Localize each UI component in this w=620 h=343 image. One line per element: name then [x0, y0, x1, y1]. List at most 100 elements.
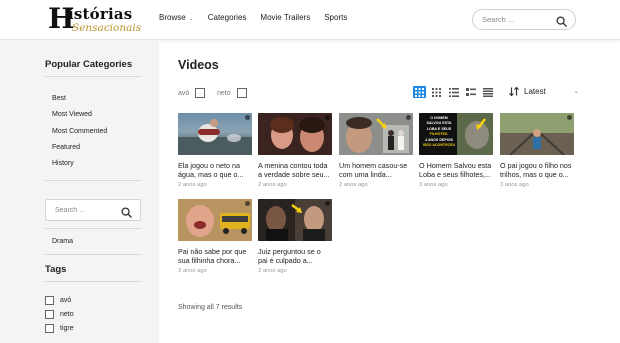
nav-categories[interactable]: Categories: [208, 13, 247, 22]
thumbnail-image: [178, 199, 252, 241]
filter-label: neto: [217, 89, 231, 97]
video-title[interactable]: Um homem casou-se com uma linda...: [339, 161, 413, 179]
sidebar-link-history[interactable]: History: [52, 160, 74, 167]
tag-label: tigre: [60, 325, 74, 332]
grid-small-view-button[interactable]: [430, 86, 443, 98]
watch-later-icon[interactable]: [245, 201, 250, 206]
video-thumbnail[interactable]: O HOMEM SALVOU ESTA LOBA E SEUS FILHOTES…: [419, 113, 493, 155]
search-icon[interactable]: [556, 14, 567, 32]
popular-categories-title: Popular Categories: [45, 59, 133, 70]
video-title[interactable]: A menina contou toda a verdade sobre seu…: [258, 161, 332, 179]
sidebar-link-drama[interactable]: Drama: [52, 238, 73, 245]
tag-avo[interactable]: avó: [45, 296, 71, 305]
video-card[interactable]: O pai jogou o filho nos trilhos, mas o q…: [500, 113, 574, 188]
video-title[interactable]: Pai não sabe por que sua filhinha chora.…: [178, 247, 252, 265]
results-count: Showing all 7 results: [178, 304, 243, 311]
sidebar: Popular Categories Best Most Viewed Most…: [0, 40, 159, 343]
nav-movie-trailers[interactable]: Movie Trailers: [260, 13, 310, 22]
grid-small-icon: [432, 87, 441, 97]
video-date: 3 anos ago: [419, 182, 448, 188]
video-thumbnail[interactable]: [339, 113, 413, 155]
tag-label: avó: [60, 297, 72, 304]
video-date: 2 anos ago: [339, 182, 368, 188]
tag-checkbox[interactable]: [45, 296, 54, 305]
watch-later-icon[interactable]: [406, 115, 411, 120]
video-card[interactable]: Um homem casou-se com uma linda... 2 ano…: [339, 113, 413, 188]
sidebar-link-most-viewed[interactable]: Most Viewed: [52, 111, 92, 118]
sort-dropdown[interactable]: Latest ⌄: [509, 87, 579, 96]
thumbnail-image: [258, 113, 332, 155]
filter-checkbox[interactable]: [236, 88, 247, 98]
tag-label: neto: [60, 311, 74, 318]
video-date: 3 anos ago: [500, 182, 529, 188]
filter-checkbox[interactable]: [195, 88, 206, 98]
video-thumbnail[interactable]: [258, 113, 332, 155]
chevron-down-icon: ⌄: [188, 16, 194, 22]
sort-icon: [509, 87, 519, 96]
page-title: Videos: [178, 58, 219, 72]
tag-tigre[interactable]: tigre: [45, 324, 74, 333]
sort-label: Latest: [524, 87, 546, 96]
divider: [45, 254, 141, 255]
divider: [45, 76, 141, 77]
filter-neto[interactable]: neto: [217, 88, 247, 98]
sidebar-link-most-commented[interactable]: Most Commented: [52, 128, 107, 135]
header-search: [472, 9, 576, 30]
list-icon: [448, 87, 459, 97]
main-nav: Browse ⌄ Categories Movie Trailers Sports: [159, 13, 361, 22]
video-title[interactable]: O pai jogou o filho nos trilhos, mas o q…: [500, 161, 574, 179]
video-date: 3 anos ago: [178, 268, 207, 274]
video-card[interactable]: Pai não sabe por que sua filhinha chora.…: [178, 199, 252, 274]
nav-browse[interactable]: Browse ⌄: [159, 13, 194, 22]
grid-icon: [415, 87, 424, 97]
video-card[interactable]: Juiz perguntou se o pai é culpado a... 3…: [258, 199, 332, 274]
logo-line-2: Sensacionais: [72, 22, 142, 34]
video-title[interactable]: Ela jogou o neto na água, mas o que o...: [178, 161, 252, 179]
video-card[interactable]: Ela jogou o neto na água, mas o que o...…: [178, 113, 252, 188]
compact-list-view-button[interactable]: [481, 86, 494, 98]
sidebar-search-input[interactable]: [55, 205, 115, 216]
thumbnail-image: [178, 119, 252, 155]
filter-avo[interactable]: avó: [178, 88, 206, 98]
compact-list-icon: [482, 87, 493, 97]
video-thumbnail[interactable]: [178, 199, 252, 241]
watch-later-icon[interactable]: [325, 115, 330, 120]
tag-neto[interactable]: neto: [45, 310, 74, 319]
video-date: 2 anos ago: [178, 182, 207, 188]
thumbnail-image: [339, 113, 413, 155]
watch-later-icon[interactable]: [567, 115, 572, 120]
video-thumbnail[interactable]: [258, 199, 332, 241]
list-view-button[interactable]: [447, 86, 460, 98]
divider: [45, 180, 141, 181]
site-logo[interactable]: H istórias Sensacionais: [48, 4, 144, 35]
detail-list-view-button[interactable]: [464, 86, 477, 98]
sidebar-link-best[interactable]: Best: [52, 95, 66, 102]
search-icon[interactable]: [121, 205, 132, 223]
grid-large-view-button[interactable]: [413, 86, 426, 98]
video-card[interactable]: A menina contou toda a verdade sobre seu…: [258, 113, 332, 188]
sidebar-search: [45, 199, 141, 221]
nav-browse-label: Browse: [159, 13, 186, 22]
tag-checkbox[interactable]: [45, 310, 54, 319]
filter-label: avó: [178, 89, 190, 97]
video-thumbnail[interactable]: [500, 113, 574, 155]
tag-checkbox[interactable]: [45, 324, 54, 333]
video-date: 3 anos ago: [258, 268, 287, 274]
video-thumbnail[interactable]: [178, 113, 252, 155]
nav-sports[interactable]: Sports: [324, 13, 347, 22]
video-card[interactable]: O HOMEM SALVOU ESTA LOBA E SEUS FILHOTES…: [419, 113, 493, 188]
video-date: 2 anos ago: [258, 182, 287, 188]
sidebar-link-featured[interactable]: Featured: [52, 144, 80, 151]
watch-later-icon[interactable]: [245, 115, 250, 120]
caption-line: ISSO ACONTECEU: [422, 143, 456, 148]
divider: [45, 228, 141, 229]
video-title[interactable]: Juiz perguntou se o pai é culpado a...: [258, 247, 332, 265]
detail-list-icon: [465, 87, 476, 96]
logo-line-1: istórias: [68, 5, 133, 23]
watch-later-icon[interactable]: [325, 201, 330, 206]
video-title[interactable]: O Homem Salvou esta Loba e seus filhotes…: [419, 161, 493, 179]
thumbnail-image: [500, 113, 574, 155]
header-search-input[interactable]: [482, 13, 552, 26]
chevron-down-icon: ⌄: [573, 89, 579, 95]
site-header: H istórias Sensacionais Browse ⌄ Categori…: [0, 0, 620, 40]
